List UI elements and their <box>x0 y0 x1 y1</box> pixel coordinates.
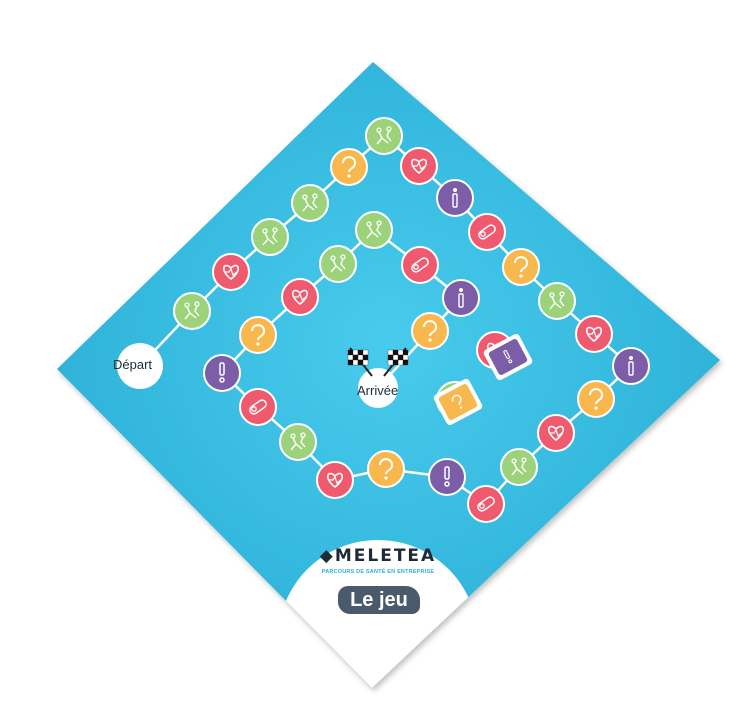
board-space[interactable] <box>577 380 615 418</box>
board-space[interactable] <box>428 458 466 496</box>
board-space[interactable] <box>502 248 540 286</box>
board-space[interactable] <box>355 211 393 249</box>
board-space[interactable] <box>173 292 211 330</box>
game-badge: Le jeu <box>338 586 420 614</box>
board-space[interactable] <box>316 461 354 499</box>
board-space[interactable] <box>442 279 480 317</box>
diamond-logo-icon: ◆ <box>319 546 335 566</box>
board-space[interactable] <box>436 179 474 217</box>
board-space[interactable] <box>401 246 439 284</box>
board-space[interactable] <box>612 347 650 385</box>
board-space[interactable] <box>500 448 538 486</box>
brand-tagline: PARCOURS DE SANTÉ EN ENTREPRISE <box>321 569 435 575</box>
board-space[interactable] <box>411 312 449 350</box>
board-space[interactable] <box>537 414 575 452</box>
board-space[interactable] <box>538 282 576 320</box>
board-space[interactable] <box>212 253 250 291</box>
board-space[interactable] <box>467 485 505 523</box>
board-space[interactable] <box>468 213 506 251</box>
board-space[interactable] <box>239 388 277 426</box>
board-space[interactable] <box>279 423 317 461</box>
game-board-screen: Départ Arrivée ◆MELETEA PARCOURS DE SANT… <box>0 0 756 718</box>
board-space[interactable] <box>291 184 329 222</box>
board-space[interactable] <box>203 354 241 392</box>
board-space[interactable] <box>365 117 403 155</box>
finish-label: Arrivée <box>357 383 399 398</box>
start-label: Départ <box>113 357 153 372</box>
board-space[interactable] <box>367 450 405 488</box>
brand-name: ◆MELETEA <box>313 546 443 566</box>
brand-name-text: MELETEA <box>334 546 437 566</box>
board-space[interactable] <box>400 147 438 185</box>
board-space[interactable] <box>251 218 289 256</box>
board-space[interactable] <box>575 315 613 353</box>
board-space[interactable] <box>319 245 357 283</box>
board-space[interactable] <box>281 278 319 316</box>
board-space[interactable] <box>330 148 368 186</box>
board-space[interactable] <box>239 316 277 354</box>
